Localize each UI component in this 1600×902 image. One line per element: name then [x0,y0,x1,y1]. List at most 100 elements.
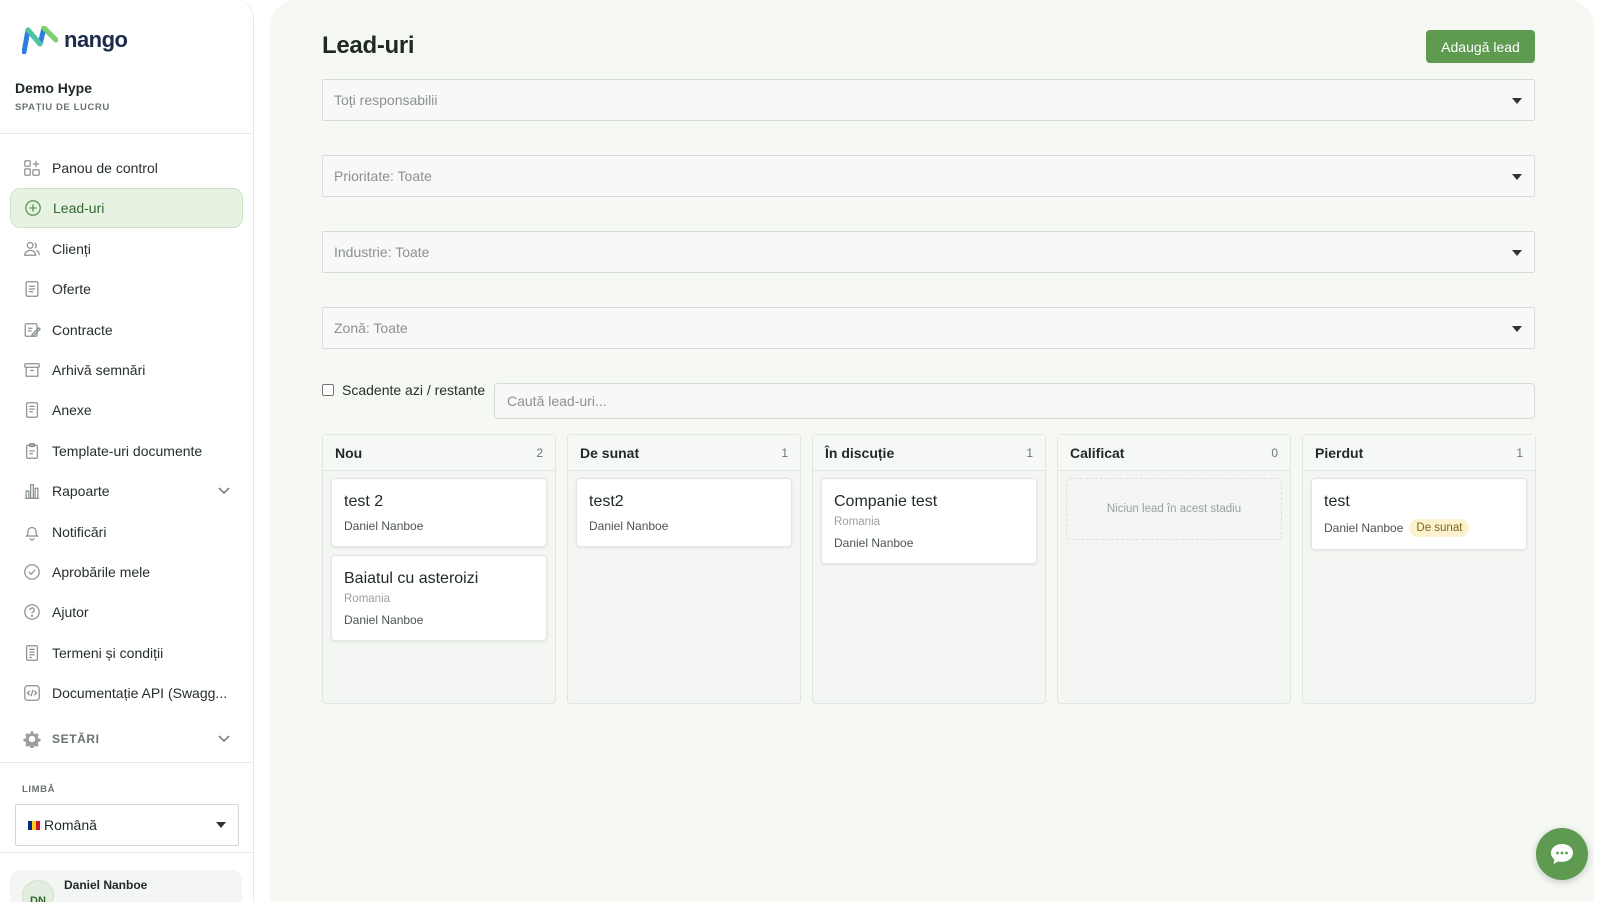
priority-filter-value: Prioritate: Toate [334,168,432,184]
page-title: Lead-uri [322,32,415,59]
column-count: 1 [1516,445,1523,460]
lead-card-zone: Romania [834,516,881,528]
zone-filter-select[interactable]: Zonă: Toate [322,307,1535,349]
lead-card[interactable]: test 2 Daniel Nanboe [331,478,547,547]
document-icon [22,279,42,299]
column-count: 1 [781,445,788,460]
column-count: 2 [536,445,543,460]
search-placeholder: Caută lead-uri... [507,393,607,409]
bell-icon [22,522,42,542]
chevron-down-icon[interactable] [217,731,231,745]
gear-icon [22,729,42,749]
lead-card-title: test2 [589,493,624,510]
column-header: Nou 2 [323,435,555,471]
due-filter: Scadente azi / restante [322,382,485,398]
add-lead-button[interactable]: Adaugă lead [1426,30,1535,63]
sidebar-item-label: Arhivă semnări [52,361,146,378]
owner-filter-select[interactable]: Toți responsabilii [322,79,1535,121]
user-card[interactable]: DN Daniel Nanboe [10,870,242,902]
sidebar-item-help[interactable]: Ajutor [10,592,243,632]
chat-button[interactable] [1536,828,1588,880]
due-checkbox[interactable] [322,384,334,396]
lead-card-owner: Daniel Nanboe [834,536,914,550]
sidebar-item-label: Termeni și condiții [52,644,164,661]
archive-icon [22,360,42,380]
lead-card[interactable]: test2 Daniel Nanboe [576,478,792,547]
sidebar-item-label: Lead-uri [53,200,105,217]
romania-flag-icon [28,820,40,830]
sidebar-item-terms[interactable]: Termeni și condiții [10,633,243,673]
plus-circle-icon [23,198,43,218]
board-column-lost: Pierdut 1 test Daniel Nanboe De sunat [1302,434,1536,704]
chevron-down-icon[interactable] [217,483,231,497]
owner-filter-value: Toți responsabilii [334,92,438,108]
column-count: 0 [1271,445,1278,460]
clipboard-icon [22,441,42,461]
lead-card-title: test [1324,493,1350,510]
lead-card-zone: Romania [344,593,391,605]
column-header: Pierdut 1 [1303,435,1535,471]
sidebar-item-label: Panou de control [52,160,158,176]
board-column-to-call: De sunat 1 test2 Daniel Nanboe [567,434,801,704]
due-checkbox-label: Scadente azi / restante [342,382,486,398]
sidebar-item-notifications[interactable]: Notificări [10,512,243,552]
sidebar-item-label: Documentație API (Swagg... [52,685,228,702]
lead-card-title: Baiatul cu asteroizi [344,570,479,587]
sidebar-item-label: Oferte [52,281,91,298]
sidebar-item-label: Template-uri documente [52,442,203,459]
sidebar-divider [0,133,254,134]
sidebar-item-label: Notificări [52,523,107,540]
workspace-info: Demo Hype SPAȚIU DE LUCRU [15,80,110,113]
industry-filter-value: Industrie: Toate [334,244,430,260]
column-count: 1 [1026,445,1033,460]
lead-card[interactable]: test Daniel Nanboe De sunat [1311,478,1527,550]
nango-logo-icon [22,26,58,54]
sidebar-item-reports[interactable]: Rapoarte [10,471,243,511]
sidebar-item-signature-archive[interactable]: Arhivă semnări [10,350,243,390]
sidebar-item-contracts[interactable]: Contracte [10,310,243,350]
board-column-new: Nou 2 test 2 Daniel Nanboe Baiatul cu as… [322,434,556,704]
sidebar: nango Demo Hype SPAȚIU DE LUCRU Panou de… [0,0,254,902]
column-header: În discuție 1 [813,435,1045,471]
language-select[interactable]: Română [15,804,239,846]
sidebar-item-offers[interactable]: Oferte [10,269,243,309]
dashboard-icon [22,158,42,178]
sidebar-divider [0,762,254,763]
caret-down-icon [1512,326,1522,332]
industry-filter-select[interactable]: Industrie: Toate [322,231,1535,273]
status-badge: De sunat [1409,519,1470,537]
contract-edit-icon [22,320,42,340]
caret-down-icon [1512,174,1522,180]
column-header: Calificat 0 [1058,435,1290,471]
workspace-label: SPAȚIU DE LUCRU [15,102,110,113]
priority-filter-select[interactable]: Prioritate: Toate [322,155,1535,197]
column-title: În discuție [825,444,895,461]
sidebar-item-api-docs[interactable]: Documentație API (Swagg... [10,673,243,713]
lead-card-owner-row: Daniel Nanboe De sunat [1324,519,1514,537]
sidebar-item-dashboard[interactable]: Panou de control [10,148,243,188]
avatar: DN [22,880,54,902]
sidebar-item-annexes[interactable]: Anexe [10,390,243,430]
search-input[interactable]: Caută lead-uri... [494,383,1535,419]
logo[interactable]: nango [22,26,128,54]
lead-card-title: Companie test [834,493,938,510]
empty-column-placeholder: Niciun lead în acest stadiu [1066,478,1282,540]
workspace-name: Demo Hype [15,80,93,96]
sidebar-item-leads[interactable]: Lead-uri [10,188,243,229]
sidebar-item-my-approvals[interactable]: Aprobările mele [10,552,243,592]
sidebar-divider [0,852,254,853]
column-title: De sunat [580,444,640,461]
sidebar-item-label: Contracte [52,321,113,338]
sidebar-item-label: Anexe [52,402,92,419]
sidebar-item-clients[interactable]: Clienți [10,229,243,269]
main-content: Lead-uri Adaugă lead Toți responsabilii … [270,0,1594,902]
sidebar-item-label: Rapoarte [52,483,110,500]
sidebar-item-document-templates[interactable]: Template-uri documente [10,431,243,471]
column-header: De sunat 1 [568,435,800,471]
lead-card[interactable]: Companie test Romania Daniel Nanboe [821,478,1037,564]
caret-down-icon [1512,250,1522,256]
lead-card[interactable]: Baiatul cu asteroizi Romania Daniel Nanb… [331,555,547,641]
sidebar-item-settings[interactable]: SETĂRI [10,719,243,759]
check-circle-icon [22,562,42,582]
column-title: Calificat [1070,444,1125,461]
